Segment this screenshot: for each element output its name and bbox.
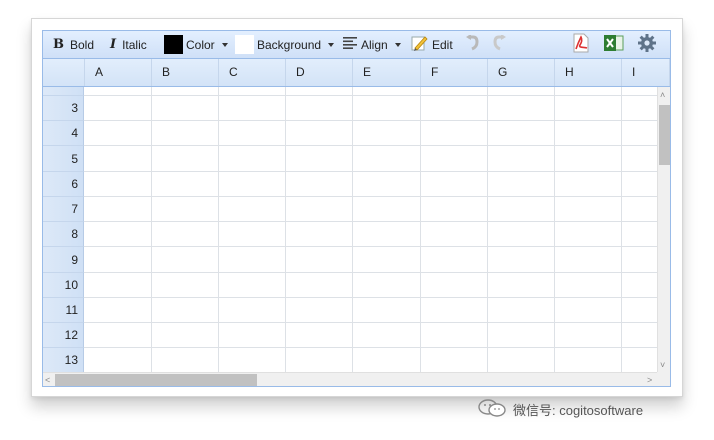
- column-header-e[interactable]: E: [353, 59, 421, 86]
- scroll-down-icon[interactable]: ˅: [660, 360, 665, 370]
- column-header-c[interactable]: C: [219, 59, 286, 86]
- column-header-h[interactable]: H: [555, 59, 622, 86]
- grid-line: [621, 87, 622, 372]
- gear-icon: [638, 34, 656, 55]
- bold-icon: B: [53, 37, 64, 52]
- grid-line: [151, 87, 152, 372]
- row-header-12[interactable]: 12: [43, 323, 84, 348]
- export-pdf-button[interactable]: [572, 31, 590, 58]
- scroll-left-icon[interactable]: ˂: [45, 375, 50, 385]
- grid-line: [84, 145, 657, 146]
- text-color-swatch: [164, 35, 183, 54]
- row-header-5[interactable]: 5: [43, 146, 84, 172]
- chevron-down-icon: [328, 42, 335, 47]
- grid-line: [84, 95, 657, 96]
- grid-line: [84, 221, 657, 222]
- cell-grid[interactable]: 3 4 5 6 7 8 9 10 11 12 13: [43, 87, 657, 372]
- column-header-f[interactable]: F: [421, 59, 488, 86]
- row-header-6[interactable]: 6: [43, 172, 84, 197]
- grid-line: [84, 322, 657, 323]
- horizontal-scroll-thumb[interactable]: [55, 374, 257, 386]
- watermark: 微信号: cogitosoftware: [477, 398, 643, 420]
- grid-line: [84, 297, 657, 298]
- wechat-icon: [477, 398, 507, 421]
- scroll-right-icon[interactable]: ˃: [647, 375, 652, 385]
- watermark-text: 微信号: cogitosoftware: [513, 402, 644, 418]
- scroll-up-icon[interactable]: ˄: [660, 90, 665, 100]
- vertical-scrollbar[interactable]: ˄ ˅: [657, 87, 670, 372]
- row-header-partial: [43, 87, 84, 96]
- redo-icon: [493, 34, 507, 54]
- italic-button[interactable]: I Italic: [110, 31, 147, 58]
- align-label: Align: [361, 37, 388, 52]
- background-label: Background: [257, 37, 322, 52]
- color-label: Color: [186, 37, 215, 52]
- settings-button[interactable]: [638, 31, 656, 58]
- grid-line: [84, 272, 657, 273]
- edit-label: Edit: [432, 37, 453, 52]
- row-header-8[interactable]: 8: [43, 222, 84, 247]
- chevron-down-icon: [221, 42, 228, 47]
- bold-label: Bold: [70, 37, 95, 52]
- column-header-d[interactable]: D: [286, 59, 353, 86]
- italic-icon: I: [110, 37, 117, 52]
- row-header-11[interactable]: 11: [43, 298, 84, 323]
- undo-button[interactable]: [465, 31, 479, 58]
- row-header-10[interactable]: 10: [43, 273, 84, 298]
- column-header-i[interactable]: I: [622, 59, 670, 86]
- excel-icon: [604, 34, 624, 55]
- row-header-3[interactable]: 3: [43, 96, 84, 121]
- spreadsheet: B Bold I Italic Color Background Align E…: [42, 30, 671, 387]
- grid-line: [84, 120, 657, 121]
- horizontal-scrollbar[interactable]: ˂ ˃: [43, 372, 657, 386]
- grid-line: [352, 87, 353, 372]
- select-all-corner[interactable]: [43, 59, 85, 86]
- pdf-icon: [572, 33, 590, 56]
- background-color-swatch: [235, 35, 254, 54]
- row-header-7[interactable]: 7: [43, 197, 84, 222]
- bold-button[interactable]: B Bold: [53, 31, 94, 58]
- redo-button[interactable]: [493, 31, 507, 58]
- grid-line: [218, 87, 219, 372]
- grid-line: [285, 87, 286, 372]
- chevron-down-icon: [394, 42, 401, 47]
- vertical-scroll-thumb[interactable]: [659, 105, 670, 165]
- column-header-g[interactable]: G: [488, 59, 555, 86]
- grid-line: [84, 196, 657, 197]
- row-header-13[interactable]: 13: [43, 348, 84, 372]
- column-header-b[interactable]: B: [152, 59, 219, 86]
- grid-line: [487, 87, 488, 372]
- column-header-row: A B C D E F G H I: [43, 59, 670, 87]
- pencil-icon: [410, 34, 428, 55]
- export-excel-button[interactable]: [604, 31, 624, 58]
- align-button[interactable]: Align: [343, 31, 401, 58]
- background-button[interactable]: Background: [235, 31, 335, 58]
- grid-line: [84, 246, 657, 247]
- scrollbar-corner: [657, 372, 670, 386]
- row-header-4[interactable]: 4: [43, 121, 84, 146]
- grid-line: [420, 87, 421, 372]
- grid-line: [84, 171, 657, 172]
- grid-line: [554, 87, 555, 372]
- italic-label: Italic: [122, 37, 147, 52]
- column-header-a[interactable]: A: [85, 59, 152, 86]
- color-button[interactable]: Color: [164, 31, 228, 58]
- grid-line: [84, 347, 657, 348]
- edit-button[interactable]: Edit: [410, 31, 453, 58]
- toolbar: B Bold I Italic Color Background Align E…: [43, 31, 670, 59]
- align-icon: [343, 37, 357, 52]
- undo-icon: [465, 34, 479, 54]
- row-header-9[interactable]: 9: [43, 247, 84, 273]
